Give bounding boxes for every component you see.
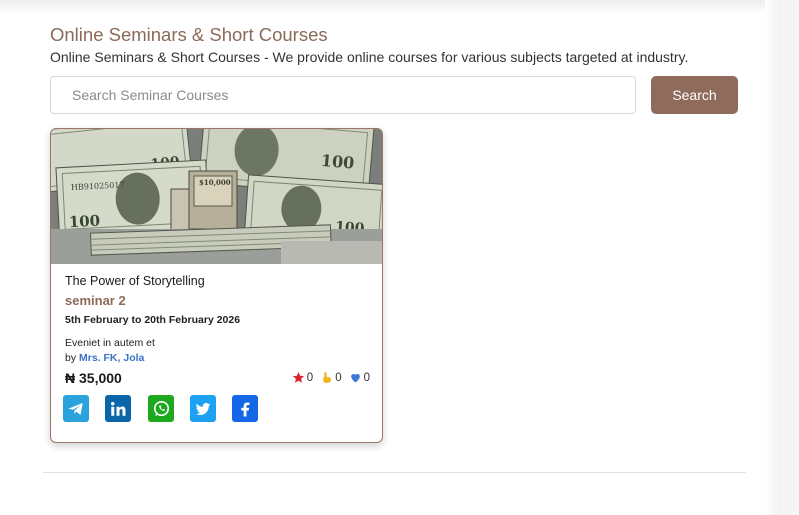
- section-divider: [43, 472, 746, 473]
- click-stat[interactable]: 0: [320, 371, 342, 384]
- svg-text:$10,000: $10,000: [199, 178, 231, 187]
- page-scroll-area: [765, 0, 799, 515]
- twitter-icon: [195, 402, 211, 415]
- telegram-share-button[interactable]: [63, 395, 89, 422]
- facebook-share-button[interactable]: [232, 395, 258, 422]
- top-shadow: [0, 0, 799, 14]
- course-type: seminar 2: [65, 293, 126, 308]
- by-label: by: [65, 352, 77, 364]
- course-instructors: by Mrs. FK, Jola: [65, 352, 144, 364]
- svg-text:100: 100: [320, 151, 355, 173]
- linkedin-share-button[interactable]: [105, 395, 131, 422]
- click-count: 0: [335, 371, 342, 384]
- course-dates: 5th February to 20th February 2026: [65, 314, 241, 326]
- whatsapp-icon: [153, 400, 169, 417]
- whatsapp-share-button[interactable]: [148, 395, 174, 422]
- money-stack-image[interactable]: 100 100 100 HB91025017 100: [51, 129, 382, 264]
- like-stat[interactable]: 0: [349, 371, 370, 384]
- instructor-link[interactable]: Mrs. FK, Jola: [79, 352, 144, 364]
- page-subtitle: Online Seminars & Short Courses - We pro…: [50, 49, 689, 65]
- course-price: ₦ 35,000: [65, 370, 122, 386]
- heart-icon: [350, 373, 360, 383]
- linkedin-icon: [111, 401, 126, 416]
- search-input[interactable]: [50, 76, 636, 114]
- course-stats: 0 0 0: [288, 371, 370, 384]
- star-icon: [292, 372, 304, 383]
- rating-stat[interactable]: 0: [292, 371, 313, 384]
- course-title[interactable]: The Power of Storytelling: [65, 274, 205, 288]
- page-title: Online Seminars & Short Courses: [50, 24, 328, 45]
- course-card[interactable]: 100 100 100 HB91025017 100: [50, 128, 383, 443]
- course-description: Eveniet in autem et: [65, 337, 155, 349]
- svg-text:100: 100: [68, 212, 100, 232]
- like-count: 0: [363, 371, 370, 384]
- pointing-hand-icon: [323, 372, 332, 383]
- twitter-share-button[interactable]: [190, 395, 216, 422]
- search-button[interactable]: Search: [651, 76, 738, 114]
- rating-count: 0: [306, 371, 314, 384]
- telegram-icon: [68, 402, 83, 415]
- course-image-art: 100 100 100 HB91025017 100: [51, 129, 382, 264]
- facebook-icon: [241, 401, 250, 416]
